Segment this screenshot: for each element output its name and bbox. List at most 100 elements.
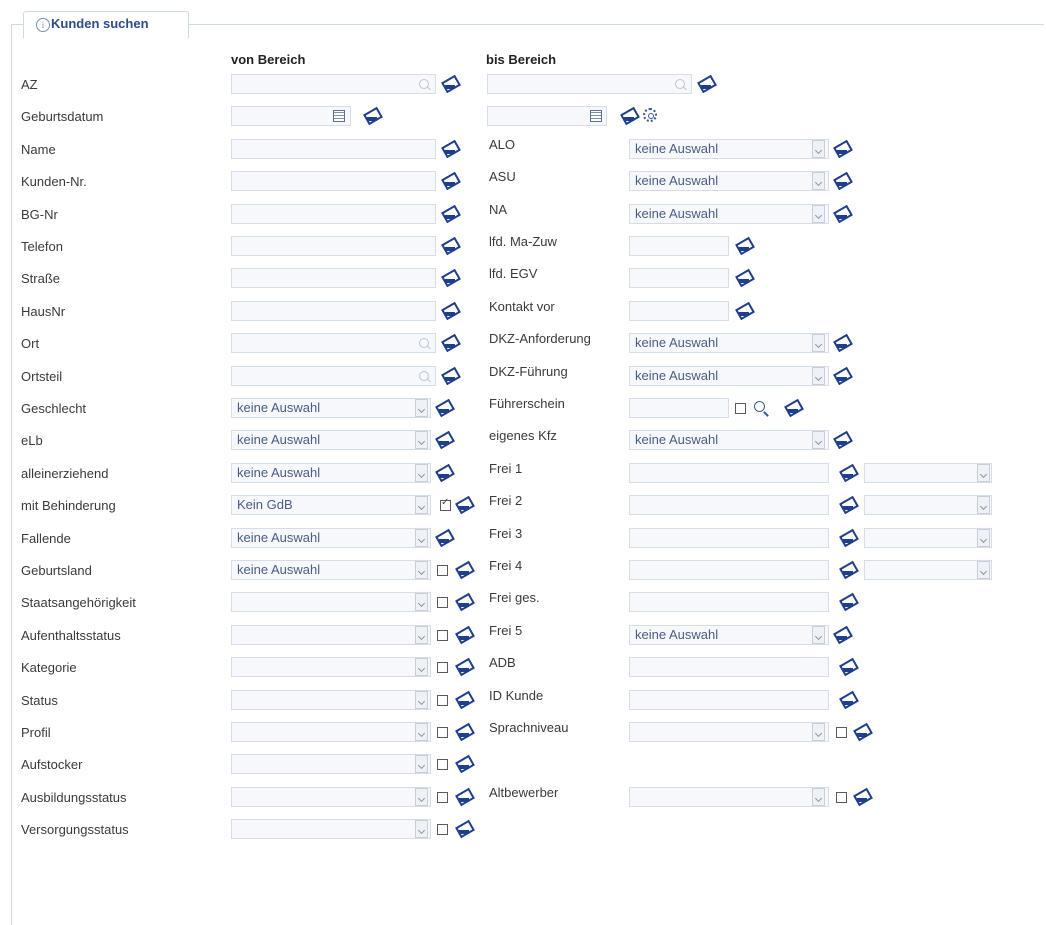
checkbox-behinderung[interactable] xyxy=(440,497,451,512)
magnifier-icon[interactable] xyxy=(752,399,770,417)
field-left-8[interactable] xyxy=(231,333,436,354)
eraser-icon[interactable] xyxy=(363,107,381,125)
select-right-19[interactable] xyxy=(629,786,829,807)
chevron-down-icon[interactable] xyxy=(812,366,825,385)
eraser-icon[interactable] xyxy=(441,237,459,255)
eraser-icon[interactable] xyxy=(455,496,473,514)
eraser-icon[interactable] xyxy=(839,561,857,579)
chevron-down-icon[interactable] xyxy=(415,755,428,774)
select-right-11[interactable] xyxy=(864,495,992,516)
field-right-11[interactable] xyxy=(629,495,829,516)
select-right-7[interactable]: keine Auswahl xyxy=(629,365,829,386)
eraser-icon[interactable] xyxy=(435,529,453,547)
checkbox-fuehrerschein[interactable] xyxy=(735,403,746,414)
chevron-down-icon[interactable] xyxy=(415,593,428,612)
chevron-down-icon[interactable] xyxy=(812,139,825,158)
eraser-icon[interactable] xyxy=(833,431,851,449)
select-right-13[interactable] xyxy=(864,560,992,580)
chevron-down-icon[interactable] xyxy=(812,787,825,806)
chevron-down-icon[interactable] xyxy=(415,561,428,579)
chevron-down-icon[interactable] xyxy=(415,399,428,417)
chevron-down-icon[interactable] xyxy=(977,561,990,579)
select-right-2[interactable]: keine Auswahl xyxy=(629,203,829,224)
eraser-icon[interactable] xyxy=(441,302,459,320)
eraser-icon[interactable] xyxy=(833,626,851,644)
select-right-18[interactable] xyxy=(629,722,829,742)
select-left-19[interactable] xyxy=(231,689,431,710)
chevron-down-icon[interactable] xyxy=(977,496,990,515)
select-left-15[interactable]: keine Auswahl xyxy=(231,560,431,580)
magnifier-icon[interactable] xyxy=(675,79,685,89)
magnifier-icon[interactable] xyxy=(419,79,429,89)
chevron-down-icon[interactable] xyxy=(415,463,428,482)
chevron-down-icon[interactable] xyxy=(812,431,825,450)
select-right-12[interactable] xyxy=(864,527,992,548)
chevron-down-icon[interactable] xyxy=(812,625,825,644)
field-right-5[interactable] xyxy=(629,300,729,321)
select-left-20[interactable] xyxy=(231,722,431,742)
eraser-icon[interactable] xyxy=(455,593,473,611)
eraser-icon[interactable] xyxy=(455,561,473,579)
field-left-5[interactable] xyxy=(231,236,436,256)
field-right-17[interactable] xyxy=(629,689,829,710)
select-left-12[interactable]: keine Auswahl xyxy=(231,462,431,483)
select-left-11[interactable]: keine Auswahl xyxy=(231,430,431,451)
eraser-icon[interactable] xyxy=(839,529,857,547)
checkbox-left-18[interactable] xyxy=(437,662,448,674)
eraser-icon[interactable] xyxy=(833,140,851,158)
field-right-14[interactable] xyxy=(629,592,829,613)
eraser-icon[interactable] xyxy=(735,269,753,287)
field-right-10[interactable] xyxy=(629,462,829,483)
eraser-icon[interactable] xyxy=(441,75,459,93)
chevron-down-icon[interactable] xyxy=(415,528,428,547)
eraser-icon[interactable] xyxy=(735,237,753,255)
select-left-14[interactable]: keine Auswahl xyxy=(231,527,431,548)
eraser-icon[interactable] xyxy=(455,788,473,806)
eraser-icon[interactable] xyxy=(853,723,871,741)
field-left-9[interactable] xyxy=(231,365,436,386)
calendar-icon[interactable] xyxy=(333,110,345,123)
field-left-3[interactable] xyxy=(231,171,436,192)
select-right-9[interactable]: keine Auswahl xyxy=(629,430,829,451)
checkbox-left-17[interactable] xyxy=(437,629,448,641)
eraser-icon[interactable] xyxy=(620,107,638,125)
select-left-23[interactable] xyxy=(231,819,431,840)
eraser-icon[interactable] xyxy=(697,75,715,93)
eraser-icon[interactable] xyxy=(839,593,857,611)
eraser-icon[interactable] xyxy=(784,399,802,417)
eraser-icon[interactable] xyxy=(455,820,473,838)
eraser-icon[interactable] xyxy=(441,367,459,385)
eraser-icon[interactable] xyxy=(455,723,473,741)
magnifier-icon[interactable] xyxy=(419,370,429,381)
eraser-icon[interactable] xyxy=(833,172,851,190)
chevron-down-icon[interactable] xyxy=(415,658,428,677)
eraser-icon[interactable] xyxy=(441,140,459,158)
select-left-10[interactable]: keine Auswahl xyxy=(231,398,431,418)
eraser-icon[interactable] xyxy=(839,691,857,709)
date-field-bis[interactable] xyxy=(487,106,607,127)
field-left-6[interactable] xyxy=(231,268,436,289)
field-right-16[interactable] xyxy=(629,657,829,678)
eraser-icon[interactable] xyxy=(441,334,459,352)
checkbox-left-22[interactable] xyxy=(437,791,448,803)
eraser-icon[interactable] xyxy=(833,367,851,385)
chevron-down-icon[interactable] xyxy=(812,334,825,353)
eraser-icon[interactable] xyxy=(833,334,851,352)
eraser-icon[interactable] xyxy=(435,431,453,449)
checkbox-left-20[interactable] xyxy=(437,727,448,738)
eraser-icon[interactable] xyxy=(735,302,753,320)
checkbox-right-19[interactable] xyxy=(836,791,847,803)
calendar-icon[interactable] xyxy=(590,110,602,123)
eraser-icon[interactable] xyxy=(435,464,453,482)
select-right-1[interactable]: keine Auswahl xyxy=(629,171,829,192)
chevron-down-icon[interactable] xyxy=(415,431,428,450)
field-left-2[interactable] xyxy=(231,138,436,159)
field-left-7[interactable] xyxy=(231,300,436,321)
chevron-down-icon[interactable] xyxy=(415,787,428,806)
field-right-4[interactable] xyxy=(629,268,729,289)
checkbox-left-16[interactable] xyxy=(437,597,448,609)
eraser-icon[interactable] xyxy=(441,269,459,287)
field-az-bis[interactable] xyxy=(487,74,692,94)
field-right-3[interactable] xyxy=(629,236,729,256)
checkbox-left-15[interactable] xyxy=(437,565,448,576)
